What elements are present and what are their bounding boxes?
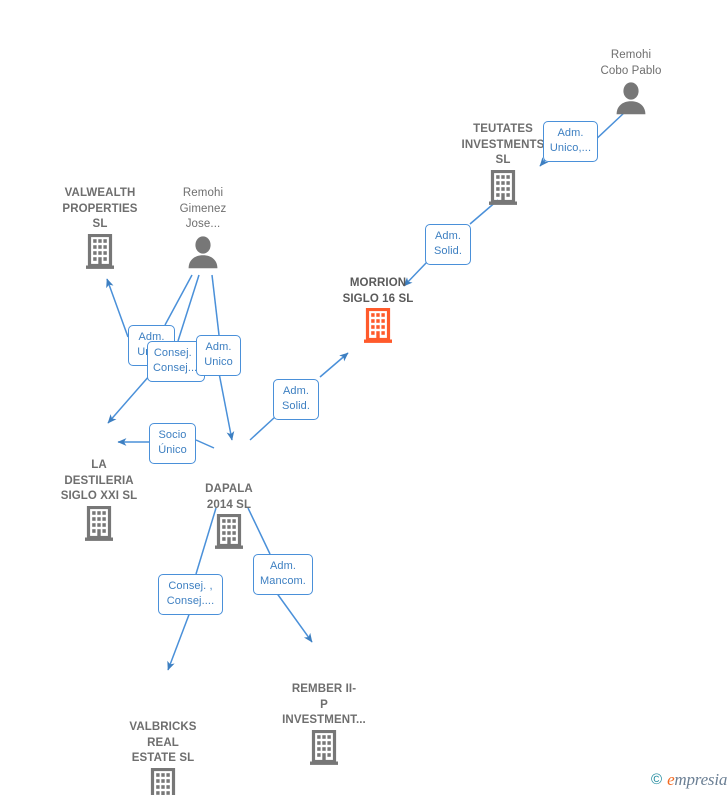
copyright-icon: © [651,771,663,788]
node-label-destileria: LA DESTILERIA SIGLO XXI SL [60,459,138,502]
node-label-valbricks: VALBRICKS REAL ESTATE SL [129,721,197,764]
graph-edge-e5 [249,416,276,441]
graph-edge-e16 [167,611,191,671]
graph-edge-e9 [177,274,200,342]
building-icon [86,233,114,269]
graph-node-dapala[interactable]: DAPALA 2014 SL [169,482,289,550]
building-icon [150,767,176,795]
node-label-remohi_cobo: Remohi Cobo Pablo [600,49,662,77]
building-icon [364,308,392,343]
graph-edge-e7 [164,274,193,326]
relation-label-rel_cobo_teutates[interactable]: Adm. Unico,... [543,121,598,162]
node-label-remohi_gimenez: Remohi Gimenez Jose... [179,187,227,230]
node-label-dapala: DAPALA 2014 SL [205,483,253,511]
relation-label-rel_socio_unico[interactable]: Socio Único [149,423,196,464]
relation-label-rel_consej_valbricks[interactable]: Consej. , Consej.... [158,574,223,615]
graph-node-remohi_cobo[interactable]: Remohi Cobo Pablo [571,48,691,116]
graph-edge-e18 [275,591,313,643]
person-icon [616,82,646,115]
graph-edge-e12 [218,372,235,441]
brand-remainder: mpresia [674,770,728,789]
relation-label-rel_dapala_morrion[interactable]: Adm. Solid. [273,379,319,420]
watermark: © empresia [651,771,727,788]
graph-edge-e11 [211,274,220,336]
node-label-morrion: MORRION SIGLO 16 SL [342,277,414,305]
person-icon [188,235,218,268]
relation-label-rel_adm_unico_dapala[interactable]: Adm. Unico [196,335,241,376]
building-icon [489,169,517,205]
building-icon [310,729,338,765]
graph-edge-e8 [106,278,129,338]
node-label-rember: REMBER II- P INVESTMENT... [282,683,366,726]
graph-node-valwealth[interactable]: VALWEALTH PROPERTIES SL [40,186,160,270]
building-icon [215,514,243,549]
node-label-valwealth: VALWEALTH PROPERTIES SL [62,187,138,230]
graph-node-morrion[interactable]: MORRION SIGLO 16 SL [318,276,438,344]
relation-label-rel_teutates_morrion[interactable]: Adm. Solid. [425,224,471,265]
relation-label-rel_adm_mancom[interactable]: Adm. Mancom. [253,554,313,595]
brand-name: empresia [667,771,727,788]
graph-edge-e10 [107,374,151,424]
graph-node-destileria[interactable]: LA DESTILERIA SIGLO XXI SL [39,458,159,542]
graph-node-valbricks[interactable]: VALBRICKS REAL ESTATE SL [103,720,223,795]
graph-edge-e13 [195,439,215,449]
relationship-graph-canvas: Remohi Cobo Pablo TEUTATES INVESTMENTS SL… [0,0,728,795]
graph-edge-e6 [319,352,349,378]
edge-layer [106,111,626,671]
graph-node-remohi_gimenez[interactable]: Remohi Gimenez Jose... [143,186,263,270]
graph-node-rember[interactable]: REMBER II- P INVESTMENT... [264,682,384,766]
building-icon [85,505,113,541]
